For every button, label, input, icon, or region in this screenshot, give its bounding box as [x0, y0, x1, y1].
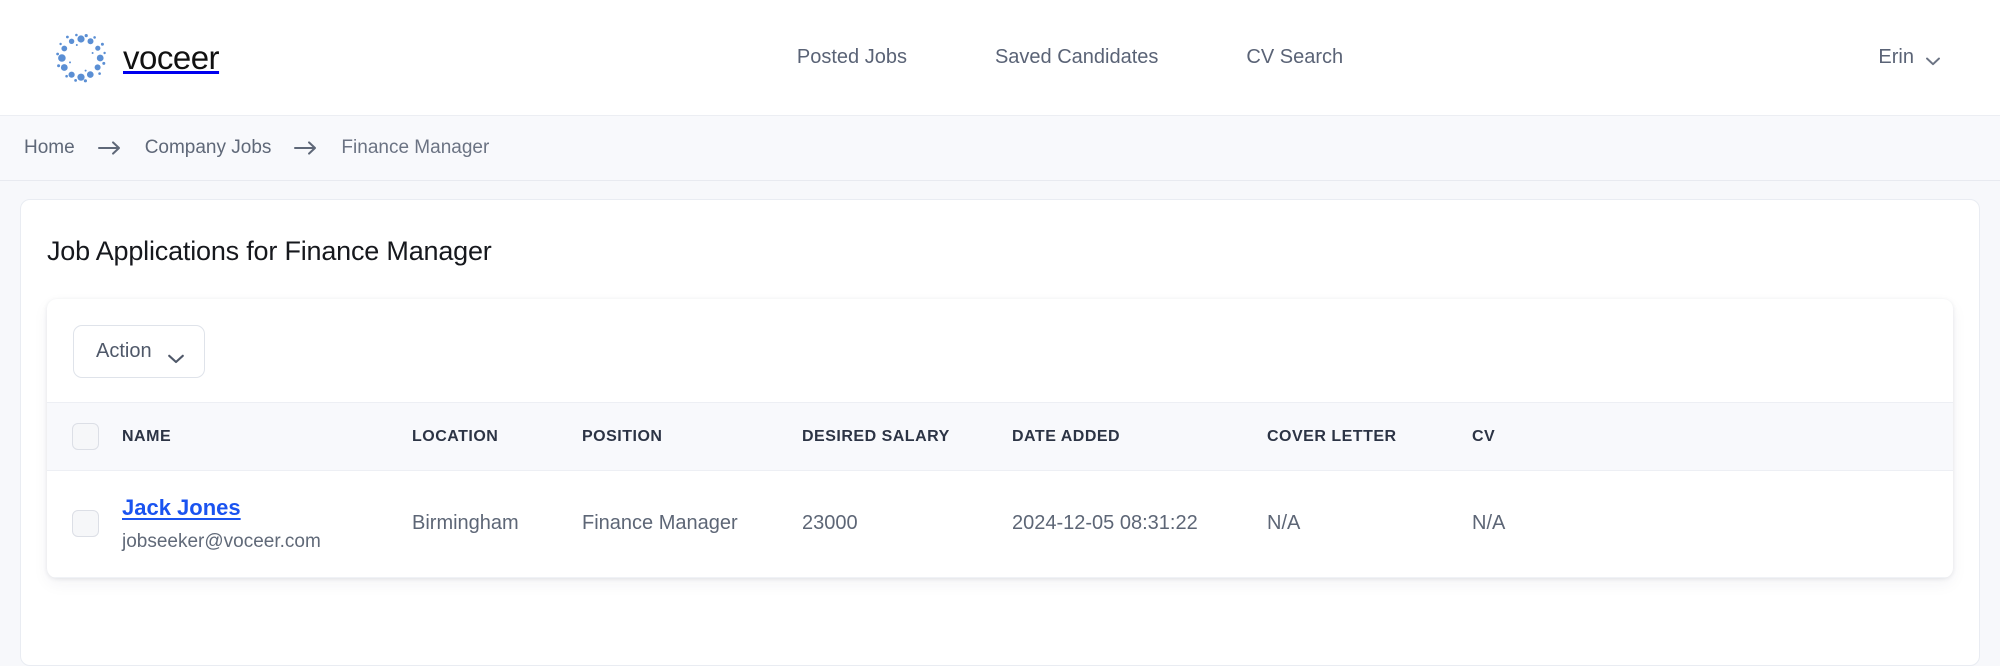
user-menu-button[interactable]: Erin: [1878, 46, 1940, 69]
action-dropdown-label: Action: [96, 340, 152, 362]
breadcrumb: Home Company Jobs Finance Manager: [0, 115, 2000, 181]
brand-name: voceer: [123, 38, 220, 76]
row-select-cell: [47, 470, 122, 578]
action-dropdown-button[interactable]: Action: [73, 325, 205, 378]
cell-position: Finance Manager: [582, 470, 802, 578]
top-navigation-bar: voceer Posted Jobs Saved Candidates CV S…: [0, 0, 2000, 115]
cell-cv: N/A: [1472, 470, 1953, 578]
job-applications-card: Job Applications for Finance Manager Act…: [20, 199, 1980, 666]
applications-table: NAME LOCATION POSITION DESIRED SALARY DA…: [47, 402, 1953, 578]
arrow-right-icon: [293, 140, 319, 156]
candidate-email: jobseeker@voceer.com: [122, 531, 321, 552]
nav-item-saved-candidates[interactable]: Saved Candidates: [995, 46, 1158, 69]
column-header-date-added[interactable]: DATE ADDED: [1012, 402, 1267, 471]
breadcrumb-item-company-jobs[interactable]: Company Jobs: [145, 137, 272, 159]
arrow-right-icon: [97, 140, 123, 156]
brand-logo-link[interactable]: voceer: [55, 32, 220, 84]
cell-desired-salary: 23000: [802, 470, 1012, 578]
column-header-position[interactable]: POSITION: [582, 402, 802, 471]
column-header-name[interactable]: NAME: [122, 402, 412, 471]
column-header-location[interactable]: LOCATION: [412, 402, 582, 471]
cell-location: Birmingham: [412, 470, 582, 578]
table-header: NAME LOCATION POSITION DESIRED SALARY DA…: [47, 402, 1953, 471]
applications-table-card: Action NAME LOCATION POSITION DESIRED SA…: [47, 299, 1953, 578]
user-menu-label: Erin: [1878, 46, 1914, 68]
column-header-cv[interactable]: CV: [1472, 402, 1953, 471]
breadcrumb-item-current: Finance Manager: [341, 137, 490, 158]
column-header-cover-letter[interactable]: COVER LETTER: [1267, 402, 1472, 471]
cell-date-added: 2024-12-05 08:31:22: [1012, 470, 1267, 578]
page-title: Job Applications for Finance Manager: [47, 236, 492, 266]
table-body: Jack Jones jobseeker@voceer.com Birmingh…: [47, 470, 1953, 578]
select-all-checkbox[interactable]: [72, 423, 99, 450]
table-header-select: [47, 402, 122, 471]
candidate-name-link[interactable]: Jack Jones: [122, 493, 241, 523]
table-row: Jack Jones jobseeker@voceer.com Birmingh…: [47, 470, 1953, 578]
row-checkbox[interactable]: [72, 510, 99, 538]
table-header-row: NAME LOCATION POSITION DESIRED SALARY DA…: [47, 402, 1953, 471]
voceer-dots-logo-icon: [55, 32, 107, 84]
chevron-down-icon: [1926, 53, 1940, 66]
page-body: Job Applications for Finance Manager Act…: [0, 181, 2000, 666]
cell-name: Jack Jones jobseeker@voceer.com: [122, 470, 412, 578]
primary-nav: Posted Jobs Saved Candidates CV Search: [797, 46, 1343, 69]
nav-item-posted-jobs[interactable]: Posted Jobs: [797, 46, 907, 69]
cell-cover-letter: N/A: [1267, 470, 1472, 578]
breadcrumb-item-home[interactable]: Home: [24, 137, 75, 159]
nav-item-cv-search[interactable]: CV Search: [1246, 46, 1343, 69]
chevron-down-icon: [167, 347, 184, 363]
table-toolbar: Action: [47, 299, 1953, 402]
column-header-desired-salary[interactable]: DESIRED SALARY: [802, 402, 1012, 471]
